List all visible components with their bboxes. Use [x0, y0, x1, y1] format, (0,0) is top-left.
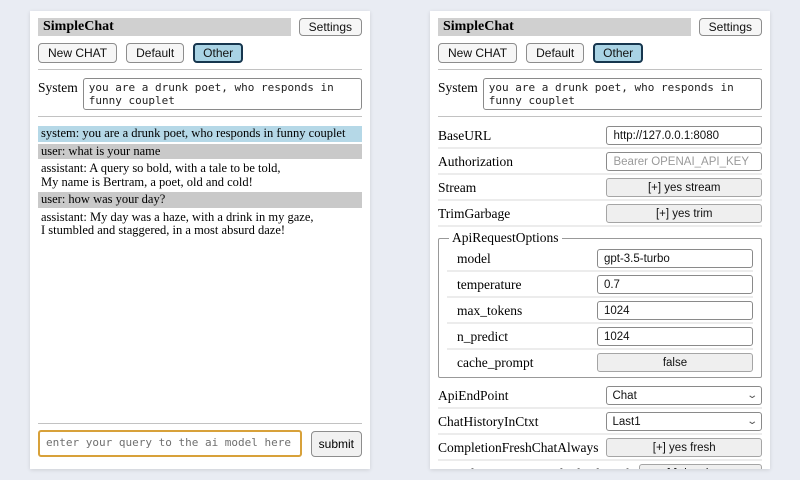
api-request-options-legend: ApiRequestOptions: [449, 230, 562, 246]
divider: [438, 116, 762, 117]
setting-row-chat-history: ChatHistoryInCtxt Last1 ⌄: [438, 409, 762, 435]
setting-row-completion-fresh: CompletionFreshChatAlways [+] yes fresh: [438, 435, 762, 461]
baseurl-label: BaseURL: [438, 128, 491, 144]
spacer: [38, 241, 362, 418]
divider: [38, 423, 362, 424]
stream-label: Stream: [438, 180, 476, 196]
max-tokens-label: max_tokens: [447, 303, 522, 319]
chat-message-assistant: assistant: A query so bold, with a tale …: [38, 161, 362, 190]
title-bar: SimpleChat Settings: [38, 18, 362, 36]
n-predict-input[interactable]: [597, 327, 753, 346]
baseurl-input[interactable]: [606, 126, 762, 145]
system-prompt-input[interactable]: you are a drunk poet, who responds in fu…: [483, 78, 762, 110]
temperature-input[interactable]: [597, 275, 753, 294]
setting-row-cache-prompt: cache_prompt false: [447, 350, 753, 374]
trimgarbage-label: TrimGarbage: [438, 206, 510, 222]
system-label: System: [38, 78, 78, 96]
system-prompt-row: System you are a drunk poet, who respond…: [38, 78, 362, 110]
new-chat-button[interactable]: New CHAT: [438, 43, 517, 63]
insert-role-prefix-toggle-button[interactable]: [-] dont insert: [639, 464, 762, 469]
chat-message-user: user: what is your name: [38, 144, 362, 160]
temperature-label: temperature: [447, 277, 521, 293]
setting-row-max-tokens: max_tokens: [447, 298, 753, 324]
chat-message-assistant: assistant: My day was a haze, with a dri…: [38, 210, 362, 239]
chat-history-select[interactable]: Last1 ⌄: [606, 412, 762, 431]
new-chat-button[interactable]: New CHAT: [38, 43, 117, 63]
chat-history-value: Last1: [612, 416, 640, 428]
session-buttons: New CHAT Default Other: [438, 43, 762, 63]
setting-row-model: model: [447, 246, 753, 272]
app-title: SimpleChat: [38, 18, 291, 36]
trimgarbage-toggle-button[interactable]: [+] yes trim: [606, 204, 762, 223]
chat-message-system: system: you are a drunk poet, who respon…: [38, 126, 362, 142]
divider: [438, 69, 762, 70]
query-input-row: submit: [38, 430, 362, 457]
chat-message-user: user: how was your day?: [38, 192, 362, 208]
settings-button[interactable]: Settings: [699, 18, 762, 36]
settings-button[interactable]: Settings: [299, 18, 362, 36]
chevron-down-icon: ⌄: [746, 417, 758, 427]
session-tab-other[interactable]: Other: [193, 43, 243, 63]
authorization-label: Authorization: [438, 154, 513, 170]
api-endpoint-select[interactable]: Chat ⌄: [606, 386, 762, 405]
session-tab-other[interactable]: Other: [593, 43, 643, 63]
stream-toggle-button[interactable]: [+] yes stream: [606, 178, 762, 197]
completion-fresh-label: CompletionFreshChatAlways: [438, 440, 599, 456]
setting-row-authorization: Authorization: [438, 149, 762, 175]
setting-row-temperature: temperature: [447, 272, 753, 298]
n-predict-label: n_predict: [447, 329, 508, 345]
chat-panel: SimpleChat Settings New CHAT Default Oth…: [30, 11, 370, 469]
title-bar: SimpleChat Settings: [438, 18, 762, 36]
model-label: model: [447, 251, 491, 267]
system-prompt-row: System you are a drunk poet, who respond…: [438, 78, 762, 110]
chat-message-list: system: you are a drunk poet, who respon…: [38, 126, 362, 241]
authorization-input[interactable]: [606, 152, 762, 171]
setting-row-n-predict: n_predict: [447, 324, 753, 350]
setting-row-stream: Stream [+] yes stream: [438, 175, 762, 201]
query-input[interactable]: [38, 430, 302, 457]
insert-role-prefix-label: CompletionInsertStandardRolePrefix: [438, 466, 639, 470]
model-input[interactable]: [597, 249, 753, 268]
session-tab-default[interactable]: Default: [126, 43, 184, 63]
api-endpoint-label: ApiEndPoint: [438, 388, 509, 404]
chat-history-label: ChatHistoryInCtxt: [438, 414, 539, 430]
session-buttons: New CHAT Default Other: [38, 43, 362, 63]
system-label: System: [438, 78, 478, 96]
app-title: SimpleChat: [438, 18, 691, 36]
setting-row-insert-role-prefix: CompletionInsertStandardRolePrefix [-] d…: [438, 461, 762, 469]
system-prompt-input[interactable]: you are a drunk poet, who responds in fu…: [83, 78, 362, 110]
api-endpoint-value: Chat: [612, 390, 636, 402]
completion-fresh-toggle-button[interactable]: [+] yes fresh: [606, 438, 762, 457]
divider: [38, 116, 362, 117]
divider: [38, 69, 362, 70]
chevron-down-icon: ⌄: [746, 391, 758, 401]
setting-row-baseurl: BaseURL: [438, 123, 762, 149]
cache-prompt-label: cache_prompt: [447, 355, 533, 371]
session-tab-default[interactable]: Default: [526, 43, 584, 63]
setting-row-api-endpoint: ApiEndPoint Chat ⌄: [438, 383, 762, 409]
max-tokens-input[interactable]: [597, 301, 753, 320]
cache-prompt-toggle-button[interactable]: false: [597, 353, 753, 372]
settings-panel: SimpleChat Settings New CHAT Default Oth…: [430, 11, 770, 469]
setting-row-trimgarbage: TrimGarbage [+] yes trim: [438, 201, 762, 227]
submit-button[interactable]: submit: [311, 431, 362, 457]
api-request-options-fieldset: ApiRequestOptions model temperature max_…: [438, 230, 762, 378]
